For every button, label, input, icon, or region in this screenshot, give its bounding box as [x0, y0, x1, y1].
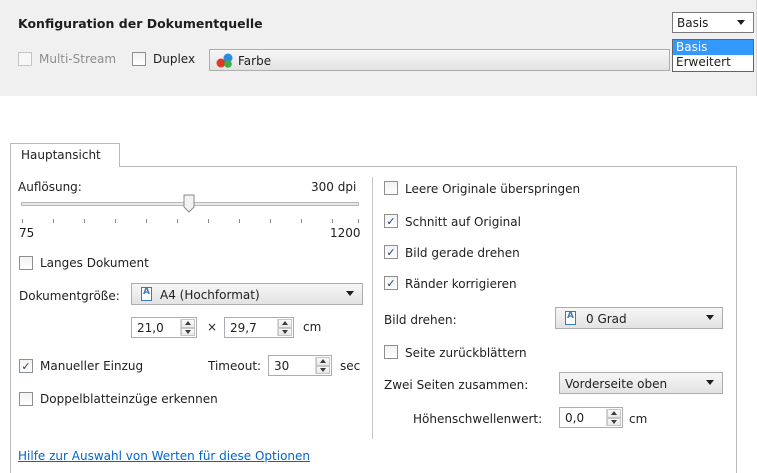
long-document-label: Langes Dokument	[40, 256, 149, 270]
skip-blank-checkbox[interactable]	[384, 181, 398, 195]
profile-selected-value: Basis	[677, 16, 709, 30]
timeout-unit-label: sec	[340, 359, 361, 373]
rotate-dropdown[interactable]: 0 Grad	[555, 307, 723, 329]
duplex-checkbox[interactable]	[132, 52, 146, 66]
merge-label: Zwei Seiten zusammen:	[384, 378, 529, 392]
resolution-min-label: 75	[19, 226, 35, 240]
page-icon	[565, 311, 576, 325]
checkmark-icon: ✓	[21, 359, 31, 373]
source-config-title: Konfiguration der Dokumentquelle	[18, 16, 263, 31]
flip-page-label: Seite zurückblättern	[405, 346, 527, 360]
document-size-dropdown[interactable]: A4 (Hochformat)	[131, 283, 363, 305]
rotate-value: 0 Grad	[586, 312, 627, 326]
slider-tick	[22, 219, 23, 223]
help-link[interactable]: Hilfe zur Auswahl von Werten für diese O…	[18, 449, 310, 463]
straighten-checkbox[interactable]: ✓	[384, 245, 398, 259]
width-stepper[interactable]: 21,0	[131, 317, 197, 338]
chevron-down-icon	[706, 380, 714, 385]
height-value: 29,7	[230, 321, 257, 335]
tab-hauptansicht-label: Hauptansicht	[21, 148, 101, 162]
color-mode-dropdown[interactable]: Farbe	[209, 49, 670, 71]
timeout-label: Timeout:	[208, 359, 262, 373]
checkmark-icon: ✓	[386, 214, 396, 228]
merge-dropdown[interactable]: Vorderseite oben	[559, 372, 723, 394]
rotate-label: Bild drehen:	[384, 313, 457, 327]
stepper-up-icon[interactable]	[181, 319, 195, 328]
manual-feed-label: Manueller Einzug	[40, 359, 144, 373]
timeout-value: 30	[274, 359, 290, 373]
slider-tick	[84, 219, 85, 223]
height-threshold-value: 0,0	[565, 411, 585, 425]
color-sphere-icon	[216, 53, 233, 68]
document-size-label: Dokumentgröße:	[19, 289, 120, 303]
height-threshold-label: Höhenschwellenwert:	[413, 412, 543, 426]
size-unit-label: cm	[303, 320, 322, 334]
resolution-label: Auflösung:	[18, 180, 82, 194]
double-feed-label: Doppelblatteinzüge erkennen	[40, 392, 218, 406]
slider-tick	[239, 219, 240, 223]
profile-dropdown-list: Basis Erweitert	[672, 39, 754, 72]
width-value: 21,0	[137, 321, 164, 335]
document-size-value: A4 (Hochformat)	[160, 288, 260, 302]
stepper-down-icon[interactable]	[181, 327, 195, 336]
tab-hauptansicht[interactable]: Hauptansicht	[10, 143, 120, 167]
checkmark-icon: ✓	[386, 245, 396, 259]
crop-label: Schnitt auf Original	[405, 215, 521, 229]
slider-tick	[208, 219, 209, 223]
slider-tick	[115, 219, 116, 223]
source-config-panel	[0, 0, 757, 96]
chevron-down-icon[interactable]	[737, 20, 745, 25]
duplex-label: Duplex	[153, 52, 196, 66]
slider-tick	[301, 219, 302, 223]
long-document-checkbox[interactable]	[19, 256, 33, 270]
slider-tick	[358, 219, 359, 223]
height-threshold-unit: cm	[629, 412, 648, 426]
stepper-down-icon[interactable]	[278, 327, 292, 336]
profile-option-basis[interactable]: Basis	[673, 40, 753, 55]
height-threshold-stepper[interactable]: 0,0	[559, 407, 623, 428]
edges-label: Ränder korrigieren	[405, 277, 517, 291]
slider-tick	[146, 219, 147, 223]
stepper-up-icon[interactable]	[607, 409, 621, 418]
slider-tick	[332, 219, 333, 223]
multistream-checkbox[interactable]	[18, 52, 32, 66]
double-feed-checkbox[interactable]	[19, 392, 33, 406]
resolution-slider-thumb[interactable]	[183, 194, 195, 213]
profile-option-erweitert[interactable]: Erweitert	[673, 55, 753, 70]
crop-checkbox[interactable]: ✓	[384, 214, 398, 228]
times-sign: ×	[207, 320, 218, 334]
stepper-down-icon[interactable]	[607, 417, 621, 426]
stepper-up-icon[interactable]	[278, 319, 292, 328]
checkmark-icon: ✓	[386, 276, 396, 290]
slider-tick	[53, 219, 54, 223]
height-stepper[interactable]: 29,7	[224, 317, 294, 338]
straighten-label: Bild gerade drehen	[405, 246, 520, 260]
chevron-down-icon	[346, 291, 354, 296]
skip-blank-label: Leere Originale überspringen	[405, 182, 581, 196]
stepper-down-icon[interactable]	[316, 365, 330, 374]
stepper-up-icon[interactable]	[316, 357, 330, 366]
slider-tick	[270, 219, 271, 223]
chevron-down-icon	[706, 315, 714, 320]
edges-checkbox[interactable]: ✓	[384, 276, 398, 290]
profile-select[interactable]: Basis	[672, 12, 754, 33]
color-mode-value: Farbe	[238, 54, 272, 68]
resolution-value: 300 dpi	[311, 180, 357, 194]
column-divider	[372, 177, 373, 439]
resolution-max-label: 1200	[330, 226, 361, 240]
timeout-stepper[interactable]: 30	[268, 355, 332, 376]
flip-page-checkbox[interactable]	[384, 345, 398, 359]
page-icon	[141, 287, 152, 301]
multistream-label: Multi-Stream	[39, 52, 117, 66]
slider-tick	[177, 219, 178, 223]
merge-value: Vorderseite oben	[565, 377, 668, 391]
manual-feed-checkbox[interactable]: ✓	[19, 359, 33, 373]
